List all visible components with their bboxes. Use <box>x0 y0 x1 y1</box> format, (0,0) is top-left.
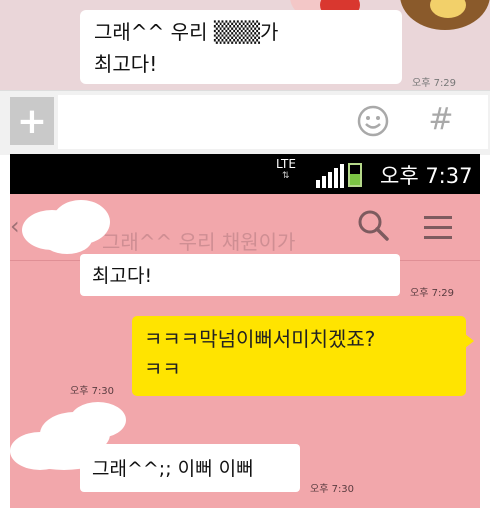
censor-blur <box>22 200 112 254</box>
previous-chat-screen: 그래^^ 우리 ▒▒▒가 최고다! 오후 7:29 <box>0 0 490 90</box>
emoji-icon[interactable] <box>356 104 390 138</box>
chat-screen: ‹ 그래^^ 우리 채원이가 최고다! 오후 7:29 오후 7:30 ㅋㅋㅋ막… <box>10 194 480 508</box>
status-time: 오후 7:37 <box>380 164 473 188</box>
message-text: 최고다! <box>92 265 153 287</box>
lte-indicator: LTE <box>276 157 296 171</box>
message-time: 오후 7:30 <box>310 484 355 495</box>
received-message-bubble: 그래^^ 우리 ▒▒▒가 최고다! <box>80 10 402 84</box>
signal-icon <box>316 164 344 188</box>
message-input-bar: + <box>0 90 490 155</box>
message-text: 그래^^ 우리 ▒▒▒가 최고다! <box>94 20 279 76</box>
message-time: 오후 7:29 <box>412 78 457 89</box>
received-message-bubble: 최고다! <box>80 254 400 296</box>
chat-title: 그래^^ 우리 채원이가 <box>102 230 296 254</box>
message-text: ㅋㅋㅋ막넘이뻐서미치겠죠? ㅋㅋ <box>144 327 376 381</box>
data-transfer-icon: ⇅ <box>282 171 290 181</box>
search-icon[interactable] <box>356 208 390 242</box>
received-message-bubble: 그래^^;; 이뻐 이뻐 <box>80 444 300 492</box>
attach-plus-button[interactable]: + <box>10 97 54 145</box>
message-text: 그래^^;; 이뻐 이뻐 <box>92 458 254 480</box>
message-time: 오후 7:30 <box>70 386 115 397</box>
hashtag-search-button[interactable]: # <box>426 100 456 140</box>
back-icon[interactable]: ‹ <box>10 212 20 240</box>
battery-level <box>350 174 360 185</box>
message-input-field[interactable] <box>58 95 488 149</box>
message-time: 오후 7:29 <box>410 288 455 299</box>
menu-icon[interactable] <box>424 216 452 240</box>
bubble-tail <box>465 334 474 348</box>
status-bar: LTE ⇅ 오후 7:37 <box>10 154 480 194</box>
battery-icon <box>348 163 362 187</box>
sent-message-bubble: ㅋㅋㅋ막넘이뻐서미치겠죠? ㅋㅋ <box>132 316 466 396</box>
